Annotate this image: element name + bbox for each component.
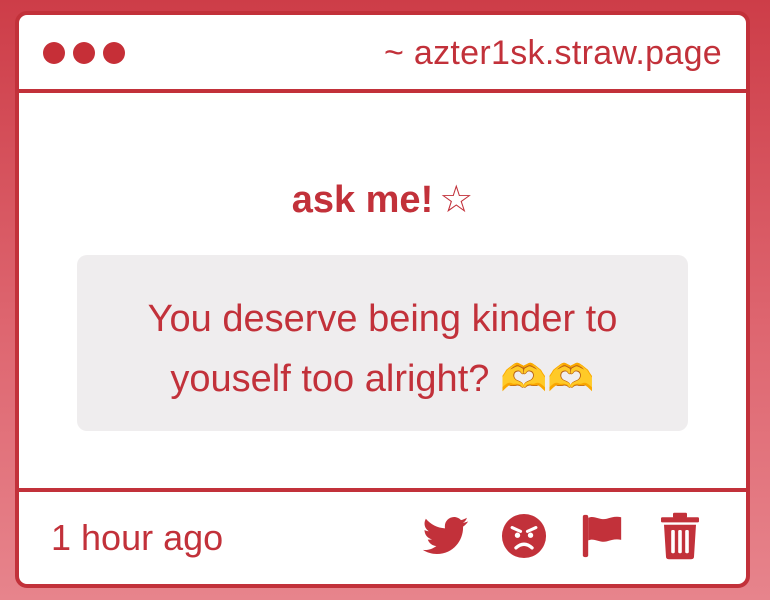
window-controls xyxy=(43,42,125,64)
question-box: You deserve being kinder to youself too … xyxy=(77,255,688,431)
angry-face-icon xyxy=(501,513,547,559)
heading-text: ask me! xyxy=(291,179,434,221)
twitter-icon xyxy=(423,517,469,555)
window-dot-icon xyxy=(43,42,65,64)
card-footer: 1 hour ago xyxy=(19,488,746,584)
react-angry-button[interactable] xyxy=(500,512,548,560)
delete-button[interactable] xyxy=(656,512,704,560)
card-heading: ask me! ☆ xyxy=(19,177,746,222)
window-dot-icon xyxy=(103,42,125,64)
timestamp: 1 hour ago xyxy=(51,517,224,558)
flag-icon xyxy=(582,514,622,558)
site-url: ~ azter1sk.straw.page xyxy=(384,34,722,72)
twitter-share-button[interactable] xyxy=(422,512,470,560)
star-icon: ☆ xyxy=(439,179,474,221)
ask-card: ~ azter1sk.straw.page ask me! ☆ You deser… xyxy=(15,11,750,588)
action-bar xyxy=(422,512,704,560)
card-body: ask me! ☆ You deserve being kinder to you… xyxy=(19,93,746,492)
trash-icon xyxy=(661,512,699,560)
report-button[interactable] xyxy=(578,512,626,560)
question-line-2: youself too alright? 🫶🫶 xyxy=(170,358,595,400)
window-titlebar: ~ azter1sk.straw.page xyxy=(19,15,746,93)
question-line-1: You deserve being kinder to xyxy=(147,298,618,340)
window-dot-icon xyxy=(73,42,95,64)
